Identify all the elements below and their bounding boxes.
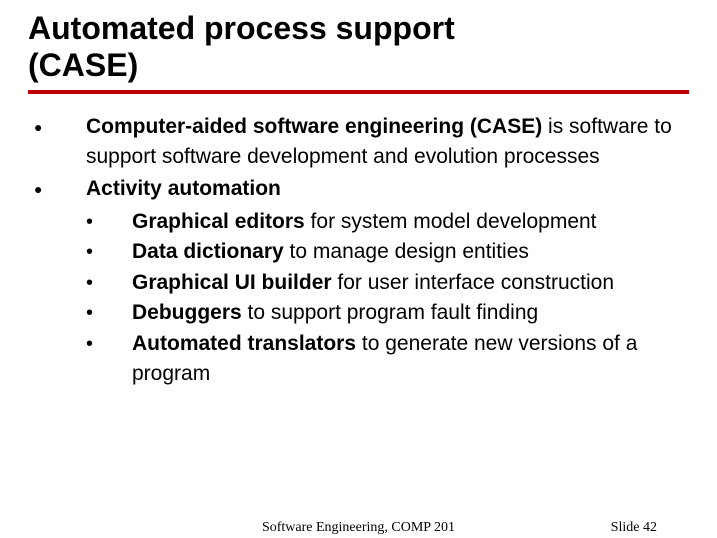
bullet-level-2: •Debuggers to support program fault find… [80,298,689,328]
bullet-icon: ● [28,174,86,204]
bullet-level-2: •Automated translators to generate new v… [80,329,689,390]
bullet-level-1: ●Computer-aided software engineering (CA… [28,112,689,173]
bullet-icon: ● [28,112,86,142]
slide: Automated process support (CASE) ●Comput… [0,0,717,538]
sub-bullet-text: Data dictionary to manage design entitie… [132,237,689,267]
bullet-level-2: •Data dictionary to manage design entiti… [80,237,689,267]
sub-bullet-text: Graphical UI builder for user interface … [132,268,689,298]
bullet-text: Computer-aided software engineering (CAS… [86,112,689,173]
footer-page: Slide 42 [611,520,657,536]
bullet-level-1: ●Activity automation [28,174,689,204]
sub-bullet-icon: • [80,329,132,359]
footer-page-prefix: Slide [611,520,643,535]
bullet-level-2: •Graphical editors for system model deve… [80,207,689,237]
sub-bullet-icon: • [80,237,132,267]
sub-bullet-text: Automated translators to generate new ve… [132,329,689,390]
sub-bullet-icon: • [80,268,132,298]
slide-body: ●Computer-aided software engineering (CA… [28,112,689,390]
title-line-2: (CASE) [28,47,138,83]
footer-page-number: 42 [643,520,657,535]
bullet-text: Activity automation [86,174,689,204]
sub-bullet-text: Debuggers to support program fault findi… [132,298,689,328]
title-underline [28,90,689,94]
sub-bullet-icon: • [80,298,132,328]
title-line-1: Automated process support [28,10,455,46]
footer-course: Software Engineering, COMP 201 [0,520,717,536]
sub-bullet-icon: • [80,207,132,237]
slide-title: Automated process support (CASE) [28,10,689,84]
bullet-level-2: •Graphical UI builder for user interface… [80,268,689,298]
sub-bullet-text: Graphical editors for system model devel… [132,207,689,237]
